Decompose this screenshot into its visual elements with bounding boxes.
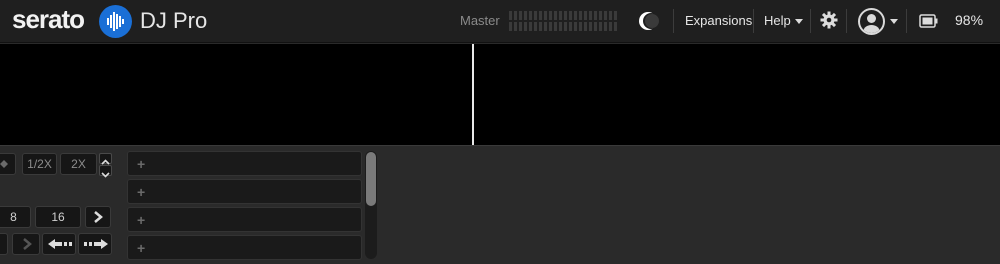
chevron-right-icon	[23, 238, 32, 250]
master-level-meter	[509, 9, 619, 33]
loop-move-left-button[interactable]	[42, 233, 76, 255]
waveform-display[interactable]	[0, 44, 1000, 145]
chevron-down-icon[interactable]	[795, 19, 803, 24]
app-logo: serato	[12, 4, 85, 34]
battery-icon	[919, 14, 939, 28]
cue-slot[interactable]: +	[127, 235, 362, 260]
prev-loop-button[interactable]	[12, 233, 40, 255]
theme-toggle-icon[interactable]	[637, 10, 659, 32]
add-icon: +	[137, 156, 146, 172]
double-speed-button[interactable]: 2X	[60, 153, 97, 175]
cue-slot[interactable]: +	[127, 151, 362, 176]
top-bar: serato DJ Pro Master Expansions Help 98%	[0, 0, 1000, 43]
next-beat-button[interactable]	[85, 206, 111, 228]
loop-icon	[0, 160, 8, 168]
playhead-marker	[472, 44, 474, 145]
product-name: DJ Pro	[140, 8, 208, 33]
beat-16-button[interactable]: 16	[35, 206, 81, 228]
serato-waveform-icon	[99, 5, 132, 38]
chevron-right-icon	[94, 211, 103, 223]
beat-8-button[interactable]: 8	[0, 206, 31, 228]
arrow-right-icon	[84, 239, 108, 249]
add-icon: +	[137, 212, 146, 228]
stepper-up[interactable]	[99, 153, 112, 165]
chevron-down-icon	[101, 172, 110, 178]
loop-move-right-button[interactable]	[78, 233, 112, 255]
sync-button[interactable]	[0, 153, 16, 175]
arrow-left-icon	[48, 239, 72, 249]
battery-percentage: 98%	[955, 12, 984, 28]
stepper-down[interactable]	[99, 165, 112, 178]
scrollbar-thumb[interactable]	[366, 152, 376, 206]
half-speed-button[interactable]: 1/2X	[22, 153, 57, 175]
separator	[753, 9, 754, 33]
separator	[673, 9, 674, 33]
gear-icon[interactable]	[820, 11, 838, 29]
cue-slot[interactable]: +	[127, 207, 362, 232]
chevron-down-icon[interactable]	[890, 19, 898, 24]
help-menu-button[interactable]: Help	[764, 13, 791, 28]
user-avatar-icon[interactable]	[858, 8, 885, 35]
add-icon: +	[137, 184, 146, 200]
separator	[906, 9, 907, 33]
separator	[810, 9, 811, 33]
partial-button[interactable]	[0, 233, 8, 255]
cue-slot[interactable]: +	[127, 179, 362, 204]
expansions-button[interactable]: Expansions	[685, 13, 752, 28]
master-label: Master	[460, 13, 500, 28]
add-icon: +	[137, 240, 146, 256]
separator	[846, 9, 847, 33]
